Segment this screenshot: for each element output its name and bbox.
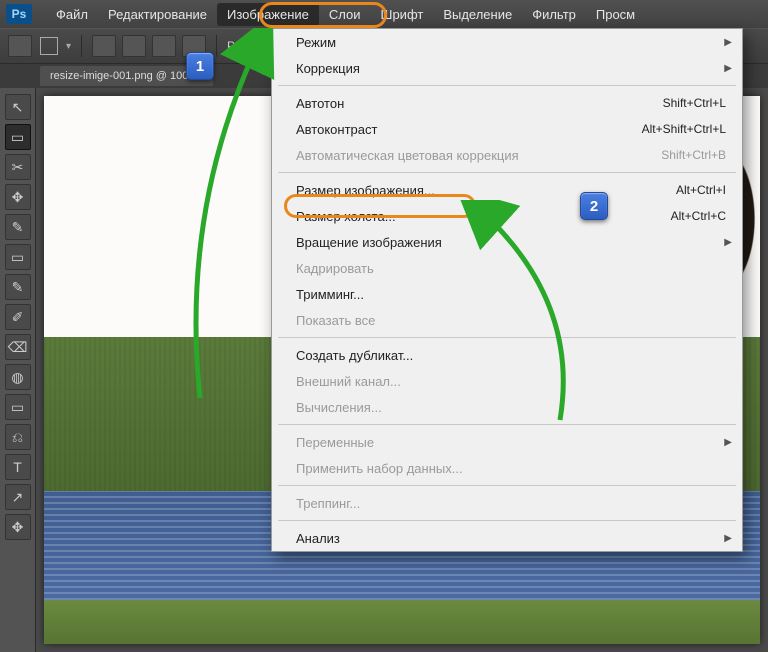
menu-separator <box>278 85 736 86</box>
menu-item-shortcut: Shift+Ctrl+L <box>663 96 726 110</box>
menu-edit[interactable]: Редактирование <box>98 3 217 26</box>
menu-item-анализ[interactable]: Анализ▶ <box>272 525 742 551</box>
menu-item-shortcut: Alt+Ctrl+I <box>676 183 726 197</box>
menubar: Ps Файл Редактирование Изображение Слои … <box>0 0 768 28</box>
annotation-badge-1: 1 <box>186 52 214 80</box>
submenu-arrow-icon: ▶ <box>724 437 732 448</box>
tool-palette: ↖ ▭ ✂ ✥ ✎ ▭ ✎ ✐ ⌫ ◍ ▭ ⎌ T ↗ ✥ <box>0 88 36 652</box>
menu-item-shortcut: Alt+Shift+Ctrl+L <box>642 122 726 136</box>
menu-item-размер-холста-[interactable]: Размер холста...Alt+Ctrl+C <box>272 203 742 229</box>
selection-mode-new[interactable] <box>92 35 116 57</box>
menu-item-label: Переменные <box>296 435 726 450</box>
tool-slot-4[interactable]: ✎ <box>5 214 31 240</box>
menu-item-label: Автоматическая цветовая коррекция <box>296 148 661 163</box>
menu-select[interactable]: Выделение <box>433 3 522 26</box>
menu-separator <box>278 424 736 425</box>
tool-slot-0[interactable]: ↖ <box>5 94 31 120</box>
tool-slot-3[interactable]: ✥ <box>5 184 31 210</box>
menu-item-автоматическая-цветовая-коррекция: Автоматическая цветовая коррекцияShift+C… <box>272 142 742 168</box>
tool-slot-14[interactable]: ✥ <box>5 514 31 540</box>
tool-slot-2[interactable]: ✂ <box>5 154 31 180</box>
tool-slot-7[interactable]: ✐ <box>5 304 31 330</box>
menu-type[interactable]: Шрифт <box>371 3 434 26</box>
submenu-arrow-icon: ▶ <box>724 237 732 248</box>
menu-file[interactable]: Файл <box>46 3 98 26</box>
menu-item-коррекция[interactable]: Коррекция▶ <box>272 55 742 81</box>
tool-slot-12[interactable]: T <box>5 454 31 480</box>
menu-item-вращение-изображения[interactable]: Вращение изображения▶ <box>272 229 742 255</box>
image-menu-dropdown: Режим▶Коррекция▶АвтотонShift+Ctrl+LАвток… <box>271 28 743 552</box>
menu-item-label: Кадрировать <box>296 261 726 276</box>
menu-item-label: Вычисления... <box>296 400 726 415</box>
menu-item-label: Тримминг... <box>296 287 726 302</box>
menu-filter[interactable]: Фильтр <box>522 3 586 26</box>
menu-item-shortcut: Shift+Ctrl+B <box>661 148 726 162</box>
tool-slot-5[interactable]: ▭ <box>5 244 31 270</box>
marquee-shape-icon[interactable] <box>40 37 58 55</box>
menu-item-label: Создать дубликат... <box>296 348 726 363</box>
menu-item-label: Применить набор данных... <box>296 461 726 476</box>
tool-slot-11[interactable]: ⎌ <box>5 424 31 450</box>
tool-slot-6[interactable]: ✎ <box>5 274 31 300</box>
menu-item-label: Размер холста... <box>296 209 671 224</box>
selection-mode-subtract[interactable] <box>152 35 176 57</box>
document-tab-label: resize-imige-001.png @ 100 <box>50 70 188 82</box>
tool-slot-13[interactable]: ↗ <box>5 484 31 510</box>
submenu-arrow-icon: ▶ <box>724 37 732 48</box>
menu-item-label: Треппинг... <box>296 496 726 511</box>
menu-item-label: Вращение изображения <box>296 235 726 250</box>
menu-item-label: Коррекция <box>296 61 726 76</box>
menu-separator <box>278 172 736 173</box>
menu-item-label: Анализ <box>296 531 726 546</box>
menu-item-применить-набор-данных-: Применить набор данных... <box>272 455 742 481</box>
menu-item-переменные: Переменные▶ <box>272 429 742 455</box>
menu-item-вычисления-: Вычисления... <box>272 394 742 420</box>
menu-separator <box>278 485 736 486</box>
tool-slot-1[interactable]: ▭ <box>5 124 31 150</box>
menu-separator <box>278 520 736 521</box>
submenu-arrow-icon: ▶ <box>724 533 732 544</box>
menu-item-внешний-канал-: Внешний канал... <box>272 368 742 394</box>
menu-item-автоконтраст[interactable]: АвтоконтрастAlt+Shift+Ctrl+L <box>272 116 742 142</box>
menu-item-показать-все: Показать все <box>272 307 742 333</box>
menu-item-label: Внешний канал... <box>296 374 726 389</box>
menu-view[interactable]: Просм <box>586 3 645 26</box>
menu-layers[interactable]: Слои <box>319 3 371 26</box>
menu-item-режим[interactable]: Режим▶ <box>272 29 742 55</box>
menu-image[interactable]: Изображение <box>217 3 319 26</box>
annotation-badge-2: 2 <box>580 192 608 220</box>
menu-item-размер-изображения-[interactable]: Размер изображения...Alt+Ctrl+I <box>272 177 742 203</box>
options-label-fragment: Pa <box>227 39 242 53</box>
menu-item-shortcut: Alt+Ctrl+C <box>671 209 726 223</box>
submenu-arrow-icon: ▶ <box>724 63 732 74</box>
menu-item-label: Показать все <box>296 313 726 328</box>
menu-item-label: Размер изображения... <box>296 183 676 198</box>
menu-item-автотон[interactable]: АвтотонShift+Ctrl+L <box>272 90 742 116</box>
selection-mode-add[interactable] <box>122 35 146 57</box>
tool-slot-10[interactable]: ▭ <box>5 394 31 420</box>
menu-item-тримминг-[interactable]: Тримминг... <box>272 281 742 307</box>
tool-slot-8[interactable]: ⌫ <box>5 334 31 360</box>
tool-slot-9[interactable]: ◍ <box>5 364 31 390</box>
menu-item-треппинг-: Треппинг... <box>272 490 742 516</box>
tool-preset-picker[interactable] <box>8 35 32 57</box>
menu-item-label: Автоконтраст <box>296 122 642 137</box>
menu-item-создать-дубликат-[interactable]: Создать дубликат... <box>272 342 742 368</box>
menu-item-label: Автотон <box>296 96 663 111</box>
menu-item-кадрировать: Кадрировать <box>272 255 742 281</box>
menu-separator <box>278 337 736 338</box>
app-logo: Ps <box>6 4 32 24</box>
menu-item-label: Режим <box>296 35 726 50</box>
